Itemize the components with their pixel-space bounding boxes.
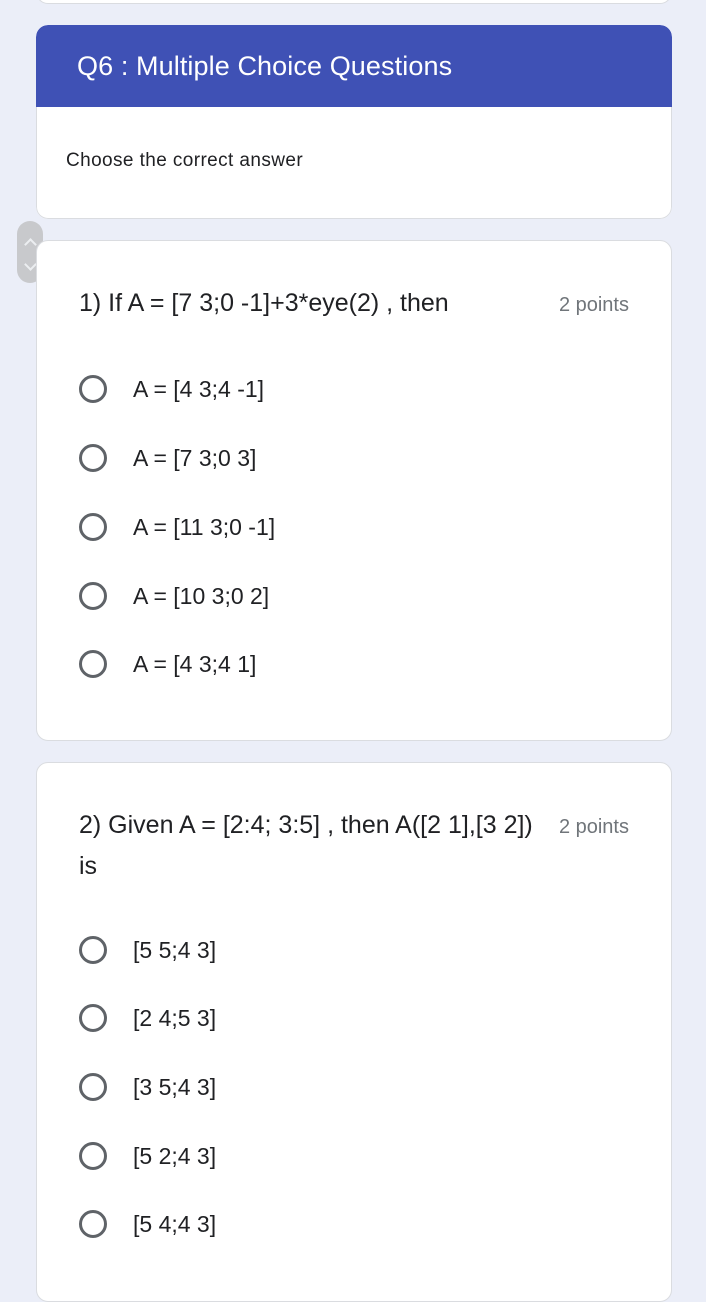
question-card-2: 2) Given A = [2:4; 3:5] , then A([2 1],[… bbox=[36, 762, 672, 1302]
radio-unchecked-icon[interactable] bbox=[79, 1004, 107, 1032]
option-radio[interactable]: A = [10 3;0 2] bbox=[79, 576, 269, 616]
chevron-up-icon[interactable] bbox=[23, 237, 37, 251]
question-title: 1) If A = [7 3;0 -1]+3*eye(2) , then bbox=[79, 289, 449, 317]
section-header-card: Q6 : Multiple Choice Questions Choose th… bbox=[36, 25, 672, 219]
radio-unchecked-icon[interactable] bbox=[79, 650, 107, 678]
option-label: [5 5;4 3] bbox=[133, 936, 217, 963]
option-radio[interactable]: A = [4 3;4 1] bbox=[79, 644, 256, 684]
radio-unchecked-icon[interactable] bbox=[79, 1142, 107, 1170]
option-label: [5 4;4 3] bbox=[133, 1210, 217, 1237]
option-radio[interactable]: [2 4;5 3] bbox=[79, 998, 216, 1038]
radio-unchecked-icon[interactable] bbox=[79, 513, 107, 541]
question-points: 2 points bbox=[558, 294, 629, 316]
radio-unchecked-icon[interactable] bbox=[79, 375, 107, 403]
option-label: A = [10 3;0 2] bbox=[133, 582, 270, 609]
option-radio[interactable]: A = [4 3;4 -1] bbox=[79, 369, 264, 409]
option-label: [2 4;5 3] bbox=[133, 1004, 217, 1031]
option-radio[interactable]: [5 5;4 3] bbox=[79, 930, 216, 970]
option-label: [3 5;4 3] bbox=[133, 1073, 217, 1100]
option-radio[interactable]: A = [7 3;0 3] bbox=[79, 438, 256, 478]
radio-unchecked-icon[interactable] bbox=[79, 1073, 107, 1101]
radio-unchecked-icon[interactable] bbox=[79, 582, 107, 610]
option-label: A = [4 3;4 1] bbox=[133, 650, 257, 677]
option-radio[interactable]: [5 2;4 3] bbox=[79, 1136, 216, 1176]
radio-unchecked-icon[interactable] bbox=[79, 444, 107, 472]
radio-unchecked-icon[interactable] bbox=[79, 1210, 107, 1238]
option-label: A = [4 3;4 -1] bbox=[133, 375, 265, 402]
option-radio[interactable]: [5 4;4 3] bbox=[79, 1204, 216, 1244]
previous-card bbox=[36, 0, 672, 4]
question-points: 2 points bbox=[558, 816, 629, 838]
option-radio[interactable]: [3 5;4 3] bbox=[79, 1067, 216, 1107]
option-label: A = [7 3;0 3] bbox=[133, 444, 257, 471]
option-label: [5 2;4 3] bbox=[133, 1142, 217, 1169]
radio-unchecked-icon[interactable] bbox=[79, 936, 107, 964]
section-description: Choose the correct answer bbox=[66, 150, 304, 171]
chevron-down-icon[interactable] bbox=[23, 257, 37, 271]
option-radio[interactable]: A = [11 3;0 -1] bbox=[79, 507, 275, 547]
question-card-1: 1) If A = [7 3;0 -1]+3*eye(2) , then 2 p… bbox=[36, 240, 672, 741]
option-label: A = [11 3;0 -1] bbox=[133, 513, 276, 540]
section-title: Q6 : Multiple Choice Questions bbox=[36, 25, 672, 107]
question-title: 2) Given A = [2:4; 3:5] , then A([2 1],[… bbox=[79, 811, 533, 880]
